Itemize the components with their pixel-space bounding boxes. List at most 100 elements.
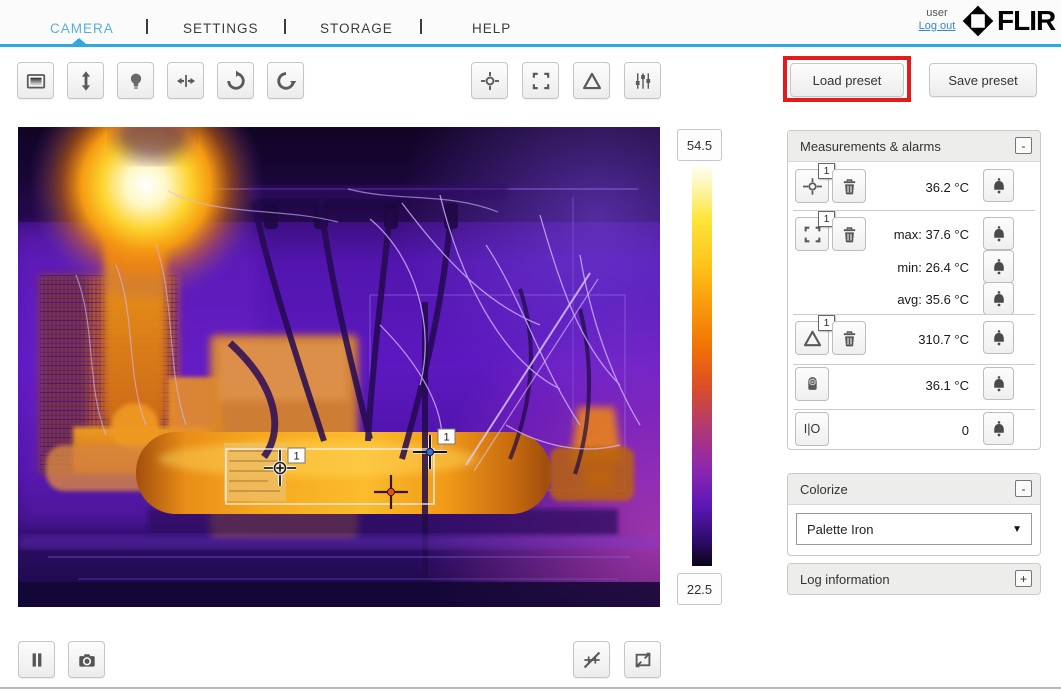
delta-icon [582,72,601,89]
spot-temp-value: 36.2 °C [925,180,969,195]
box-avg-value: avg: 35.6 °C [897,292,969,307]
log-panel-title: Log information [800,571,890,587]
nuc-calibrate-button[interactable] [217,62,254,99]
flir-logo: FLIR [962,5,1056,37]
load-preset-button[interactable]: Load preset [790,63,904,97]
save-preset-label: Save preset [948,72,1018,88]
spot-delete-button[interactable] [832,169,866,203]
colorize-panel-header[interactable]: Colorize - [788,474,1040,505]
palette-select[interactable]: Palette Iron ▼ [796,513,1032,545]
box-min-value: min: 26.4 °C [897,260,969,275]
vertical-arrows-icon [81,70,90,91]
spot-alarm-button[interactable] [983,169,1014,202]
box-max-value: max: 37.6 °C [893,227,969,242]
chevron-down-icon: ▼ [1012,523,1022,535]
trash-icon [843,226,855,242]
box-min-alarm-button[interactable] [983,250,1014,283]
temperature-scale-bar[interactable] [692,167,712,566]
bell-icon [993,329,1004,345]
bell-icon [993,290,1004,306]
collapse-button[interactable]: - [1015,137,1032,154]
fullscreen-icon [635,652,650,667]
logout-link[interactable]: Log out [912,20,962,32]
pause-stream-button[interactable] [18,641,55,678]
box-max-alarm-button[interactable] [983,217,1014,250]
palette-window-icon [26,73,45,88]
camera-housing-icon [807,376,817,390]
tab-separator [146,19,148,34]
log-information-panel: Log information + [787,563,1041,595]
scale-max-field[interactable]: 54.5 [677,129,722,161]
digital-io-icon-button[interactable]: I|O [795,412,829,446]
fullscreen-button[interactable] [624,641,661,678]
flir-diamond-icon [962,5,994,37]
palette-window-button[interactable] [17,62,54,99]
user-box: user Log out [912,7,962,32]
tab-help[interactable]: HELP [472,21,511,36]
scale-min-field[interactable]: 22.5 [677,573,722,605]
tab-separator [420,19,422,34]
camera-temp-value: 36.1 °C [925,378,969,393]
io-value: 0 [961,423,969,438]
log-panel-header[interactable]: Log information + [788,564,1040,594]
hide-overlay-icon [583,651,600,668]
delta-alarm-button[interactable] [983,321,1014,354]
thermal-scene: 1 1 [18,17,896,691]
camera-icon [78,653,95,667]
delta-temp-value: 310.7 °C [918,332,969,347]
colorize-panel-title: Colorize [800,481,848,497]
image-settings-button[interactable] [624,62,661,99]
trash-icon [843,330,855,346]
flir-camera-web-app: CAMERA SETTINGS STORAGE HELP user Log ou… [0,0,1061,691]
rotate-image-button[interactable] [267,62,304,99]
box-delete-button[interactable] [832,217,866,251]
user-label: user [926,7,948,19]
tab-camera[interactable]: CAMERA [50,21,114,36]
expand-button[interactable]: + [1015,570,1032,587]
active-tab-pointer [72,38,86,44]
bell-icon [993,225,1004,241]
delta-delete-button[interactable] [832,321,866,355]
rotate-icon-2 [276,71,296,90]
trash-icon [843,178,855,194]
pause-icon [32,652,41,667]
snapshot-button[interactable] [68,641,105,678]
camera-temp-icon-button[interactable] [795,367,829,401]
palette-select-value: Palette Iron [807,521,874,537]
add-delta-button[interactable] [573,62,610,99]
tab-storage[interactable]: STORAGE [320,21,393,36]
brand-text: FLIR [997,5,1056,36]
spot-row-icon-button[interactable]: 1 [795,163,835,203]
measurements-panel: Measurements & alarms - 1 36.2 °C 1 max:… [787,130,1041,450]
load-preset-label: Load preset [812,72,882,88]
tab-separator [284,19,286,34]
add-spot-button[interactable] [471,62,508,99]
bell-icon [993,177,1004,193]
lamp-button[interactable] [117,62,154,99]
hide-overlay-button[interactable] [573,641,610,678]
collapse-button[interactable]: - [1015,480,1032,497]
measurements-panel-header[interactable]: Measurements & alarms - [788,131,1040,162]
focus-button[interactable] [167,62,204,99]
tab-settings[interactable]: SETTINGS [183,21,259,36]
colorize-panel: Colorize - Palette Iron ▼ [787,473,1041,556]
nav-underline [0,38,1061,47]
box-row-icon-button[interactable]: 1 [795,211,835,251]
measurements-panel-title: Measurements & alarms [800,138,941,154]
thermal-live-image[interactable]: 1 1 [18,17,896,691]
save-preset-button[interactable]: Save preset [929,63,1037,97]
lamp-icon [130,73,141,89]
camera-temp-alarm-button[interactable] [983,367,1014,400]
delta-row-icon-button[interactable]: 1 [795,315,835,355]
spot-meter-icon [480,71,499,90]
rotate-icon [226,70,245,90]
spot-marker-badge: 1 [293,451,299,463]
add-area-button[interactable] [522,62,559,99]
box-avg-alarm-button[interactable] [983,282,1014,315]
area-box-icon [532,72,549,89]
sliders-icon [635,72,650,89]
auto-adjust-button[interactable] [67,62,104,99]
io-alarm-button[interactable] [983,412,1014,445]
bell-icon [993,420,1004,436]
row-divider [793,409,1035,410]
